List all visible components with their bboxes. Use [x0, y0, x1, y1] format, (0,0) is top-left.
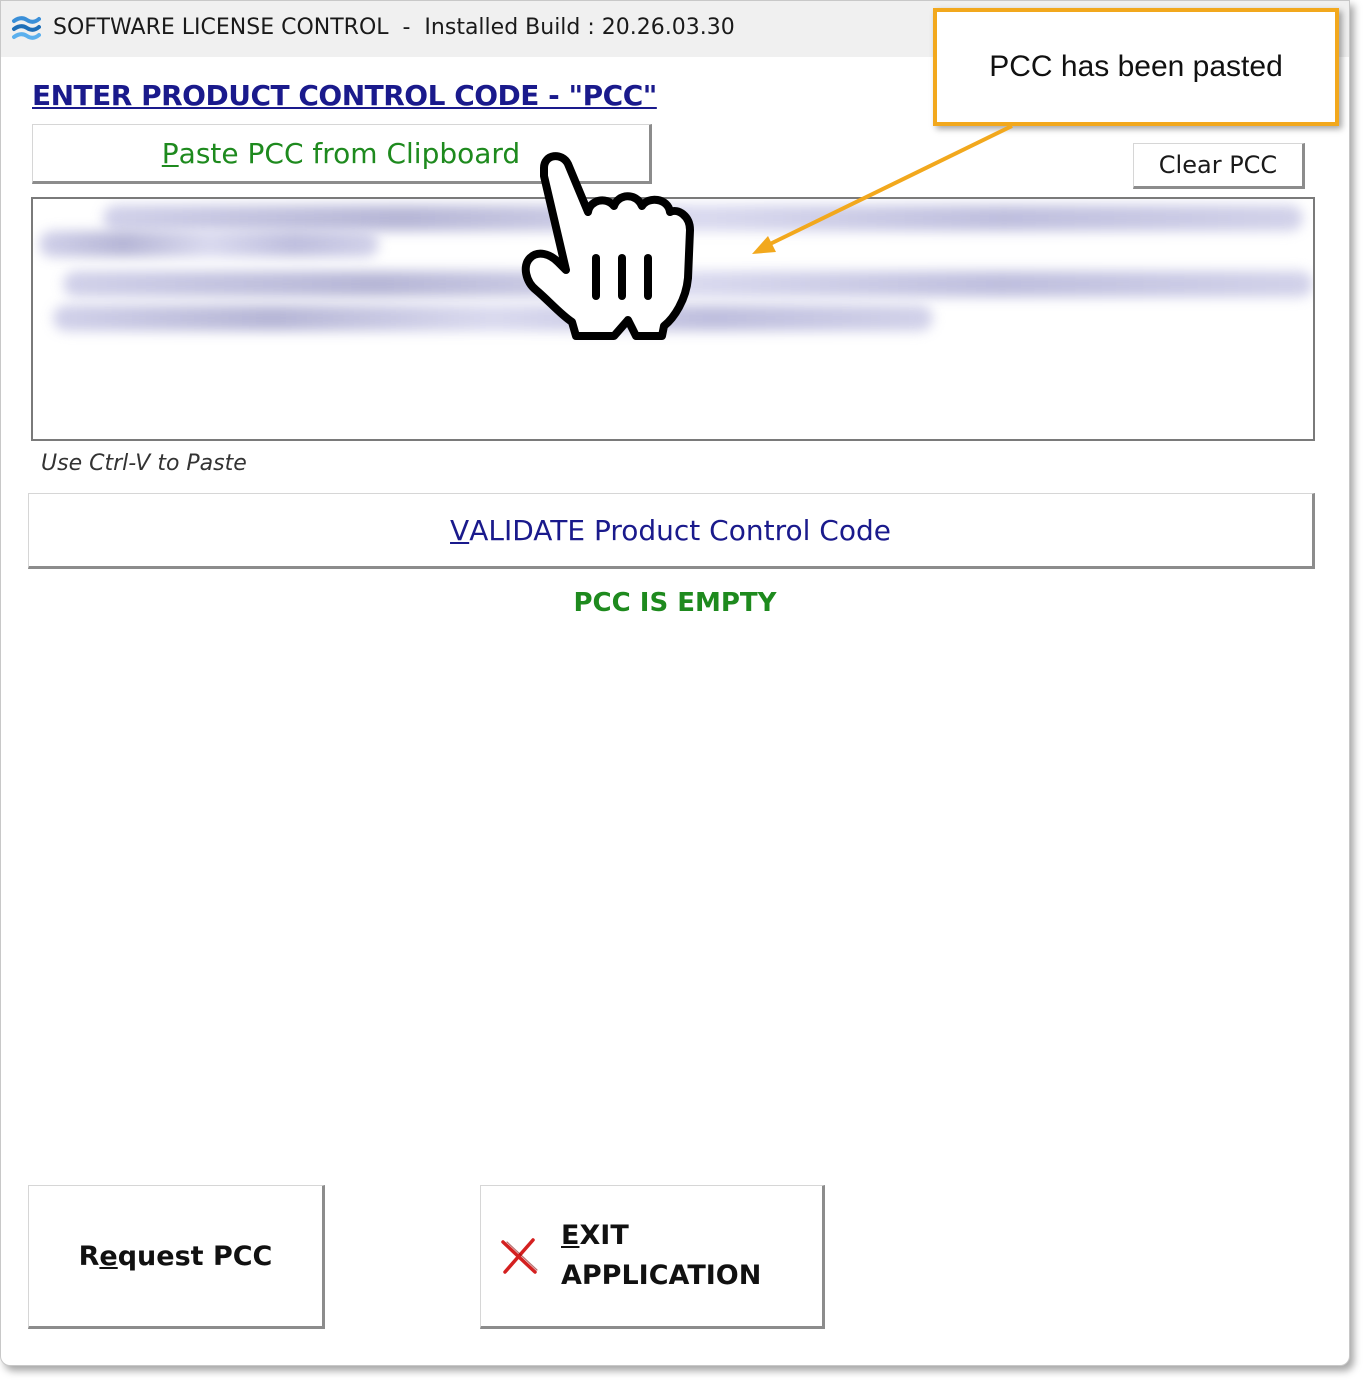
annotation-callout: PCC has been pasted: [933, 8, 1339, 126]
paste-label: aste PCC from Clipboard: [178, 136, 521, 170]
app-logo-icon: [12, 16, 41, 40]
request-label-pre: R: [78, 1240, 100, 1272]
pcc-status: PCC IS EMPTY: [573, 588, 777, 618]
validate-pcc-button[interactable]: V ALIDATE Product Control Code: [28, 493, 1315, 569]
blurred-pcc-line: [103, 205, 1303, 231]
paste-hint: Use Ctrl-V to Paste: [41, 451, 247, 476]
page-heading: ENTER PRODUCT CONTROL CODE - "PCC": [32, 79, 657, 112]
request-mnemonic: e: [99, 1240, 118, 1272]
exit-label-line1: EXIT: [561, 1216, 761, 1256]
request-pcc-button[interactable]: Re quest PCC: [28, 1185, 325, 1329]
exit-x-icon: [501, 1238, 538, 1274]
exit-label-line2: APPLICATION: [561, 1260, 762, 1291]
exit-mnemonic: E: [561, 1220, 580, 1251]
window-title: SOFTWARE LICENSE CONTROL - Installed Bui…: [53, 15, 735, 40]
clear-pcc-button[interactable]: Clear PCC: [1133, 143, 1305, 189]
exit-application-button[interactable]: EXIT APPLICATION: [480, 1185, 825, 1329]
exit-line1-rest: XIT: [579, 1220, 629, 1251]
hand-pointer-cursor-icon: [521, 152, 694, 340]
request-label-rest: quest PCC: [117, 1240, 273, 1272]
blurred-pcc-line: [39, 231, 379, 257]
validate-label: ALIDATE Product Control Code: [469, 513, 891, 547]
blurred-pcc-line: [53, 305, 933, 331]
validate-mnemonic: V: [450, 513, 470, 547]
exit-label: EXIT APPLICATION: [561, 1216, 761, 1296]
paste-mnemonic: P: [161, 136, 179, 170]
